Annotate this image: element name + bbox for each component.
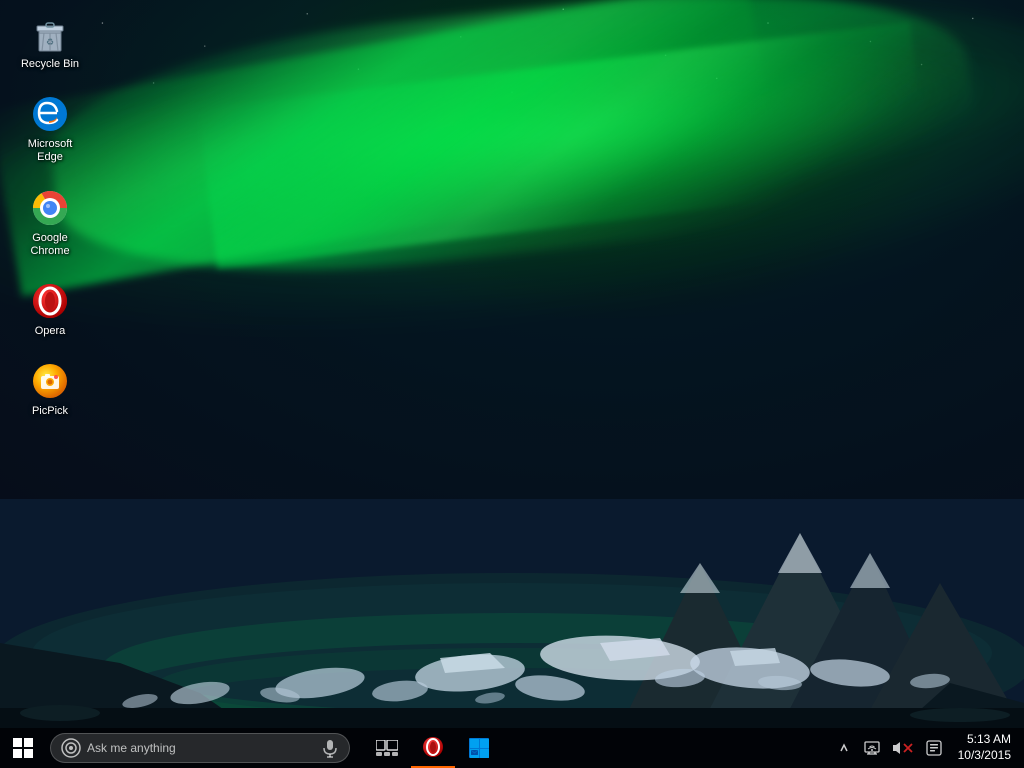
search-bar[interactable]: Ask me anything — [50, 733, 350, 763]
search-placeholder-text: Ask me anything — [87, 741, 317, 755]
cortana-icon — [61, 738, 81, 758]
system-tray: 5:13 AM 10/3/2015 — [832, 728, 1024, 768]
taskbar-opera-button[interactable] — [411, 728, 455, 768]
landscape — [0, 382, 1024, 728]
desktop-icon-opera[interactable]: Opera — [10, 277, 90, 342]
chrome-icon — [30, 188, 70, 228]
taskbar-mail-button[interactable] — [457, 728, 501, 768]
volume-muted-icon — [892, 740, 914, 756]
action-center-button[interactable] — [922, 728, 946, 768]
taskbar-center-buttons — [365, 728, 501, 768]
desktop: ♻ Recycle Bin Microsoft Edge — [0, 0, 1024, 768]
desktop-icon-edge[interactable]: Microsoft Edge — [10, 90, 90, 168]
recycle-bin-icon: ♻ — [30, 14, 70, 54]
landscape-svg — [0, 383, 1024, 728]
desktop-icons: ♻ Recycle Bin Microsoft Edge — [10, 10, 90, 422]
opera-label: Opera — [35, 325, 66, 338]
edge-icon — [30, 94, 70, 134]
picpick-label: PicPick — [32, 405, 68, 418]
task-view-button[interactable] — [365, 728, 409, 768]
action-center-icon — [926, 740, 942, 756]
opera-icon — [30, 281, 70, 321]
picpick-icon — [30, 361, 70, 401]
windows-logo-icon — [12, 737, 34, 759]
network-icon — [864, 740, 880, 756]
svg-text:♻: ♻ — [46, 37, 54, 47]
chevron-up-icon — [839, 741, 849, 755]
clock[interactable]: 5:13 AM 10/3/2015 — [950, 728, 1019, 768]
start-button[interactable] — [0, 728, 45, 768]
desktop-icon-chrome[interactable]: Google Chrome — [10, 184, 90, 262]
clock-time: 5:13 AM — [967, 732, 1011, 748]
taskbar: Ask me anything — [0, 728, 1024, 768]
taskbar-mail-icon — [468, 737, 490, 759]
taskbar-opera-icon — [422, 736, 444, 758]
edge-label: Microsoft Edge — [14, 138, 86, 164]
desktop-icon-picpick[interactable]: PicPick — [10, 357, 90, 422]
network-icon-button[interactable] — [860, 728, 884, 768]
show-hidden-icons-button[interactable] — [832, 728, 856, 768]
microphone-icon[interactable] — [323, 740, 339, 756]
task-view-icon — [376, 740, 398, 756]
chrome-label: Google Chrome — [14, 232, 86, 258]
recycle-bin-label: Recycle Bin — [21, 58, 79, 71]
clock-date: 10/3/2015 — [958, 748, 1011, 764]
desktop-icon-recycle-bin[interactable]: ♻ Recycle Bin — [10, 10, 90, 75]
volume-icon-button[interactable] — [888, 728, 918, 768]
